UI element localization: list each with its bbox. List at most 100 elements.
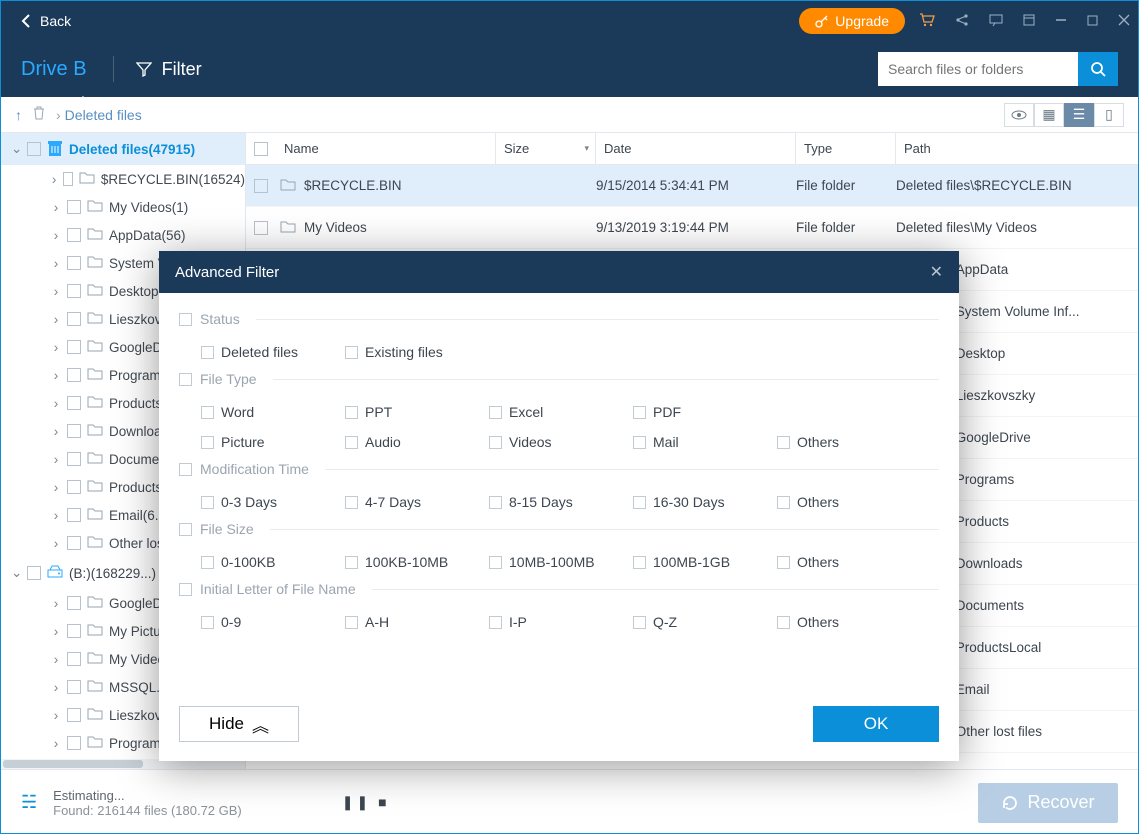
- option-checkbox[interactable]: [345, 556, 358, 569]
- tree-checkbox[interactable]: [67, 256, 81, 270]
- expand-icon[interactable]: ›: [51, 284, 61, 299]
- tree-checkbox[interactable]: [67, 480, 81, 494]
- filter-option[interactable]: 0-100KB: [201, 547, 345, 577]
- expand-icon[interactable]: ›: [51, 368, 61, 383]
- tree-checkbox[interactable]: [67, 596, 81, 610]
- group-checkbox[interactable]: [179, 463, 192, 476]
- expand-icon[interactable]: ›: [51, 396, 61, 411]
- filter-option[interactable]: 0-9: [201, 607, 345, 637]
- filter-option[interactable]: Others: [777, 427, 921, 457]
- option-checkbox[interactable]: [633, 556, 646, 569]
- filter-option[interactable]: Mail: [633, 427, 777, 457]
- pause-stop-icons[interactable]: ❚❚ ■: [342, 794, 390, 811]
- expand-icon[interactable]: ›: [51, 312, 61, 327]
- option-checkbox[interactable]: [201, 496, 214, 509]
- upgrade-button[interactable]: Upgrade: [799, 8, 905, 34]
- tree-checkbox[interactable]: [67, 624, 81, 638]
- view-detail-icon[interactable]: ▯: [1094, 103, 1124, 127]
- option-checkbox[interactable]: [201, 436, 214, 449]
- tree-checkbox[interactable]: [67, 200, 81, 214]
- expand-icon[interactable]: ›: [51, 652, 61, 667]
- dialog-close-icon[interactable]: ✕: [930, 262, 943, 282]
- expand-icon[interactable]: ›: [51, 256, 61, 271]
- filter-button[interactable]: Filter: [136, 59, 202, 80]
- group-checkbox[interactable]: [179, 523, 192, 536]
- expand-icon[interactable]: ›: [51, 172, 57, 187]
- row-checkbox[interactable]: [254, 221, 268, 235]
- feedback-icon[interactable]: [989, 13, 1003, 30]
- option-checkbox[interactable]: [633, 616, 646, 629]
- option-checkbox[interactable]: [345, 616, 358, 629]
- filter-option[interactable]: Word: [201, 397, 345, 427]
- tree-checkbox[interactable]: [67, 736, 81, 750]
- filter-option[interactable]: Others: [777, 487, 921, 517]
- collapse-icon[interactable]: ⌄: [11, 141, 21, 157]
- option-checkbox[interactable]: [777, 616, 790, 629]
- tree-checkbox[interactable]: [67, 284, 81, 298]
- expand-icon[interactable]: ›: [51, 340, 61, 355]
- row-checkbox[interactable]: [254, 179, 268, 193]
- tree-checkbox[interactable]: [67, 340, 81, 354]
- recover-button[interactable]: Recover: [978, 783, 1118, 823]
- filter-option[interactable]: Existing files: [345, 337, 489, 367]
- col-path[interactable]: Path: [896, 133, 1138, 164]
- option-checkbox[interactable]: [633, 496, 646, 509]
- option-checkbox[interactable]: [345, 436, 358, 449]
- filter-option[interactable]: Others: [777, 607, 921, 637]
- expand-icon[interactable]: ›: [51, 708, 61, 723]
- filter-option[interactable]: 0-3 Days: [201, 487, 345, 517]
- breadcrumb[interactable]: Deleted files: [65, 107, 142, 123]
- col-size[interactable]: Size: [496, 133, 596, 164]
- search-button[interactable]: [1078, 52, 1118, 86]
- group-checkbox[interactable]: [179, 583, 192, 596]
- tree-root-deleted[interactable]: ⌄ Deleted files(47915): [1, 133, 245, 165]
- view-list-icon[interactable]: ☰: [1064, 103, 1094, 127]
- filter-option[interactable]: 100MB-1GB: [633, 547, 777, 577]
- filter-option[interactable]: 100KB-10MB: [345, 547, 489, 577]
- hide-button[interactable]: Hide ︽: [179, 706, 299, 742]
- search-input[interactable]: [878, 52, 1078, 86]
- option-checkbox[interactable]: [345, 406, 358, 419]
- col-name[interactable]: Name: [276, 133, 496, 164]
- option-checkbox[interactable]: [777, 436, 790, 449]
- filter-option[interactable]: 4-7 Days: [345, 487, 489, 517]
- tree-checkbox[interactable]: [67, 228, 81, 242]
- option-checkbox[interactable]: [633, 406, 646, 419]
- tree-checkbox[interactable]: [63, 172, 73, 186]
- filter-option[interactable]: A-H: [345, 607, 489, 637]
- filter-option[interactable]: Excel: [489, 397, 633, 427]
- tree-item[interactable]: ›AppData(56): [1, 221, 245, 249]
- expand-icon[interactable]: ›: [51, 624, 61, 639]
- tree-checkbox[interactable]: [67, 396, 81, 410]
- ok-button[interactable]: OK: [813, 706, 939, 742]
- cart-icon[interactable]: [919, 13, 935, 30]
- view-preview-icon[interactable]: [1004, 103, 1034, 127]
- expand-icon[interactable]: ›: [51, 200, 61, 215]
- collapse-icon[interactable]: ⌄: [11, 565, 21, 581]
- tree-checkbox[interactable]: [67, 708, 81, 722]
- expand-icon[interactable]: ›: [51, 228, 61, 243]
- tree-checkbox[interactable]: [67, 652, 81, 666]
- filter-option[interactable]: PDF: [633, 397, 777, 427]
- option-checkbox[interactable]: [489, 406, 502, 419]
- filter-option[interactable]: I-P: [489, 607, 633, 637]
- tree-checkbox[interactable]: [67, 508, 81, 522]
- filter-option[interactable]: 10MB-100MB: [489, 547, 633, 577]
- expand-icon[interactable]: ›: [51, 536, 61, 551]
- option-checkbox[interactable]: [777, 556, 790, 569]
- filter-option[interactable]: Others: [777, 547, 921, 577]
- option-checkbox[interactable]: [777, 496, 790, 509]
- filter-option[interactable]: Audio: [345, 427, 489, 457]
- option-checkbox[interactable]: [345, 496, 358, 509]
- tree-checkbox[interactable]: [67, 368, 81, 382]
- option-checkbox[interactable]: [633, 436, 646, 449]
- option-checkbox[interactable]: [201, 556, 214, 569]
- expand-icon[interactable]: ›: [51, 424, 61, 439]
- filter-option[interactable]: Videos: [489, 427, 633, 457]
- tree-checkbox[interactable]: [67, 452, 81, 466]
- close-icon[interactable]: [1118, 13, 1130, 29]
- option-checkbox[interactable]: [489, 436, 502, 449]
- col-type[interactable]: Type: [796, 133, 896, 164]
- tree-checkbox[interactable]: [67, 680, 81, 694]
- select-all-checkbox[interactable]: [254, 142, 268, 156]
